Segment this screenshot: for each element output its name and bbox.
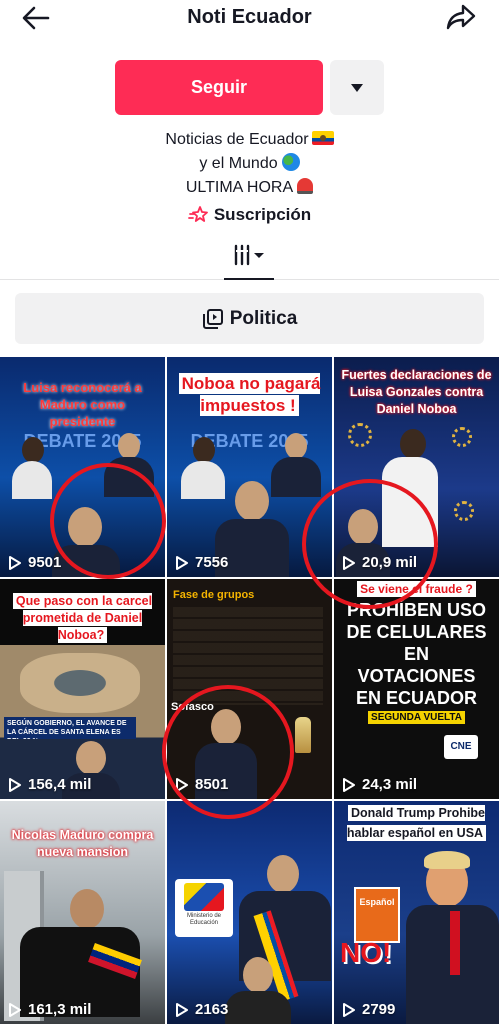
video-caption: Donald Trump Prohibe hablar español en U… [346,805,487,841]
no-stamp: NO! [340,937,392,968]
person-figure [68,507,102,547]
video-caption: Fase de grupos [173,589,255,601]
view-count: 2163 [175,1001,228,1018]
tab-videos-grid[interactable] [224,240,274,280]
share-icon [446,4,476,30]
trophy-icon [295,717,311,753]
person-figure [211,709,241,745]
bio-line-1: Noticias de Ecuador [165,131,309,148]
person-figure [118,433,140,459]
construction-site [20,653,140,713]
gold-decoration [454,501,474,521]
view-count: 7556 [175,554,228,571]
more-options-button[interactable] [330,60,384,115]
person-figure [267,855,299,893]
subscription-link[interactable]: Suscripción [0,205,499,225]
ecuador-flag-icon [311,131,334,145]
video-grid: Luisa reconocerá a Maduro como president… [0,357,499,1024]
person-figure [22,437,44,463]
hair [424,851,470,869]
video-thumbnail[interactable]: Fuertes declaraciones de Luisa Gonzales … [334,357,499,577]
grid-columns-icon [234,244,264,266]
play-icon [9,777,21,792]
video-banner: DEBATE 2025 [190,431,309,451]
video-caption: Noboa no pagará impuestos ! [167,373,332,417]
play-icon [176,777,188,792]
cne-logo: CNE [444,735,478,759]
person-figure [235,481,269,521]
profile-bio: Noticias de Ecuador y el Mundo ULTIMA HO… [0,128,499,200]
person-figure [400,429,426,459]
follow-button[interactable]: Seguir [115,60,323,115]
view-count: 9501 [8,554,61,571]
globe-icon [281,153,300,171]
siren-icon [297,178,314,194]
video-caption: Fuertes declaraciones de Luisa Gonzales … [341,368,492,416]
share-button[interactable] [445,2,477,32]
video-caption-top: Se viene el fraude ? [334,581,499,598]
content-tabs [0,236,499,280]
play-icon [9,1002,21,1017]
person-figure [76,741,106,775]
video-caption: Luisa reconocerá a Maduro como president… [23,380,142,429]
video-thumbnail[interactable]: Se viene el fraude ? PROHÍBEN USO DE CEL… [334,579,499,799]
video-thumbnail[interactable]: Noboa no pagará impuestos ! DEBATE 2025 … [167,357,332,577]
play-icon [176,555,188,570]
bio-line-2: y el Mundo [199,155,278,172]
top-bar: Noti Ecuador [0,0,499,34]
person-figure [382,457,438,547]
bio-line-3: ULTIMA HORA [185,179,294,196]
video-thumbnail[interactable]: Fase de grupos Sofasco 8501 [167,579,332,799]
view-count: 20,9 mil [342,554,417,571]
red-tie [450,911,460,975]
groups-table [173,607,323,705]
playlist-icon [202,308,223,329]
person-figure [285,433,307,459]
play-icon [343,555,355,570]
person-figure [104,457,154,497]
ministry-logo-text: Ministerio de Educación [186,913,221,926]
gold-decoration [348,423,372,447]
person-figure [181,461,225,499]
person-figure [348,509,378,545]
person-figure [12,461,52,499]
person-figure [70,889,104,929]
ministry-logo-mark [184,883,224,911]
person-figure [243,957,273,993]
video-caption: Nicolas Maduro compra nueva mansion [11,828,154,859]
play-icon [343,777,355,792]
video-thumbnail[interactable]: Luisa reconocerá a Maduro como president… [0,357,165,577]
person-figure [193,437,215,463]
view-count: 24,3 mil [342,776,417,793]
view-count: 8501 [175,776,228,793]
video-thumbnail[interactable]: Ministerio de Educación 2163 [167,801,332,1024]
play-icon [343,1002,355,1017]
playlist-label: Politica [229,307,298,329]
playlist-button[interactable]: Politica [15,293,484,344]
play-icon [176,1002,188,1017]
person-figure [271,457,321,497]
view-count: 2799 [342,1001,395,1018]
video-thumbnail[interactable]: Que paso con la carcel prometida de Dani… [0,579,165,799]
play-icon [9,555,21,570]
brand-label: Sofasco [171,701,214,713]
subscription-star-icon [187,206,208,222]
view-count: 161,3 mil [8,1001,91,1018]
video-subcaption: SEGUNDA VUELTA [334,709,499,726]
view-count: 156,4 mil [8,776,91,793]
person-figure [52,545,120,577]
video-thumbnail[interactable]: Nicolas Maduro compra nueva mansion 161,… [0,801,165,1024]
book-icon: Español [354,887,400,943]
ministry-logo: Ministerio de Educación [175,879,233,937]
video-thumbnail[interactable]: Donald Trump Prohibe hablar español en U… [334,801,499,1024]
caret-down-icon [351,83,363,92]
person-figure [225,991,291,1024]
video-caption: PROHÍBEN USO DE CELULARES EN VOTACIONES … [346,600,487,708]
page-title: Noti Ecuador [187,6,312,28]
subscription-label: Suscripción [213,205,312,224]
gold-decoration [452,427,472,447]
video-caption: Que paso con la carcel prometida de Dani… [0,593,165,644]
news-ticker: SEGÚN GOBIERNO, EL AVANCE DE LA CÁRCEL D… [4,717,136,739]
